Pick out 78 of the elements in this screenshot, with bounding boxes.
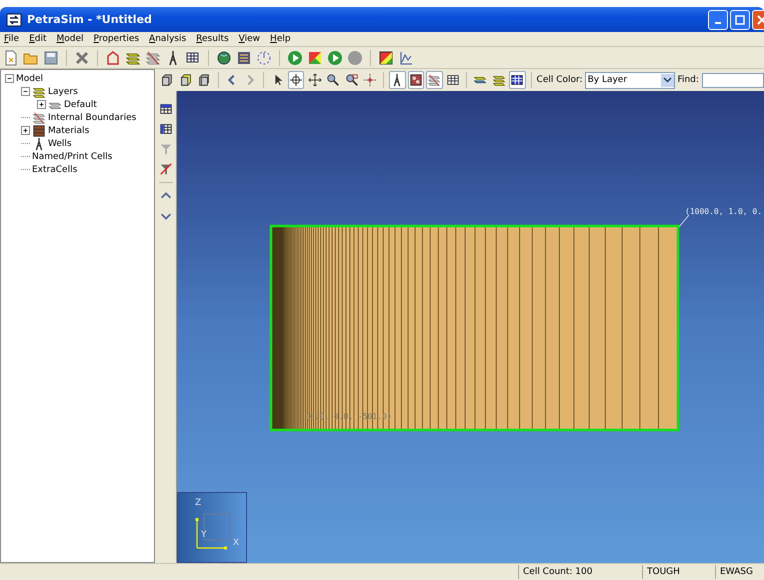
new-file-icon[interactable] — [3, 50, 19, 66]
rotate-icon — [289, 73, 304, 87]
menu-item[interactable]: File — [4, 34, 20, 44]
minimize-icon — [715, 22, 721, 24]
app-icon — [6, 12, 22, 28]
grid-icon[interactable] — [158, 102, 172, 116]
list-icon[interactable] — [236, 50, 252, 66]
polygon-icon[interactable] — [105, 50, 121, 66]
color-map-icon[interactable] — [378, 50, 394, 66]
menu-item[interactable]: Help — [270, 34, 291, 44]
minimize-button[interactable] — [708, 10, 728, 30]
cube-icon — [197, 73, 212, 87]
play-icon[interactable] — [327, 50, 343, 66]
crosshair-icon — [363, 73, 378, 87]
tree-item[interactable]: Layers — [48, 86, 78, 96]
menu-item[interactable]: Analysis — [149, 34, 186, 44]
find-label: Find: — [677, 75, 699, 85]
coordinate-label: (1000.0, 1.0, 0. — [685, 207, 762, 216]
globe-icon[interactable] — [216, 50, 232, 66]
pan-button[interactable] — [306, 71, 323, 89]
filter-off-icon[interactable] — [158, 162, 172, 176]
leader-line — [679, 215, 689, 227]
menu-item[interactable]: Properties — [94, 34, 140, 44]
cube-icon — [160, 73, 174, 87]
save-icon[interactable] — [43, 50, 59, 66]
maximize-icon — [735, 14, 745, 24]
grid-icon — [510, 73, 524, 87]
expand-icon[interactable] — [37, 100, 46, 109]
cube-icon — [178, 73, 193, 87]
collapse-icon[interactable] — [5, 74, 14, 83]
cell-color-dropdown[interactable]: By Layer — [584, 72, 676, 88]
well-button[interactable] — [389, 71, 406, 89]
materials-icon — [32, 124, 46, 138]
cell-color-label: Cell Color: — [536, 75, 583, 85]
menu-item[interactable]: Model — [56, 34, 84, 44]
menu-item[interactable]: Edit — [29, 34, 47, 44]
status-text: TOUGH — [642, 565, 715, 579]
tree-item[interactable]: Internal Boundaries — [48, 112, 136, 122]
tree-item[interactable]: Default — [64, 100, 97, 110]
colored-square-icon[interactable] — [307, 50, 323, 66]
grid-button[interactable] — [509, 71, 526, 89]
menu-item[interactable]: Results — [196, 34, 229, 44]
tree-item[interactable]: Materials — [48, 126, 90, 136]
tree-item[interactable]: Wells — [48, 138, 72, 148]
tree-item[interactable]: ExtraCells — [32, 164, 78, 174]
pan-icon — [308, 73, 322, 87]
delete-icon[interactable] — [74, 50, 90, 66]
tree-item[interactable]: Model — [16, 74, 44, 84]
close-icon — [757, 14, 764, 24]
layers-crossed-icon — [32, 110, 46, 124]
window-title: PetraSim - *Untitled — [27, 13, 153, 26]
crosshair-button[interactable] — [362, 71, 378, 89]
run-icon[interactable] — [287, 50, 303, 66]
status-text: Cell Count: 100 — [518, 565, 642, 579]
axis-label: Y — [201, 530, 206, 540]
grid-icon[interactable] — [158, 122, 172, 136]
cells-button[interactable] — [408, 71, 424, 89]
menu-item[interactable]: View — [238, 34, 260, 44]
tree-item[interactable]: Named/Print Cells — [32, 152, 112, 162]
status-text: EWASG — [715, 565, 764, 579]
cells-icon — [408, 73, 423, 87]
expand-icon[interactable] — [21, 126, 30, 135]
grid-icon — [446, 73, 460, 87]
layers-crossed-button[interactable] — [426, 71, 443, 89]
axis-label: X — [233, 538, 240, 548]
find-field[interactable] — [702, 72, 764, 88]
maximize-button[interactable] — [730, 10, 750, 30]
collapse-icon[interactable] — [21, 87, 30, 96]
layers-crossed-icon — [427, 73, 442, 87]
table-icon[interactable] — [185, 50, 201, 66]
dotted-circle-icon[interactable] — [256, 50, 272, 66]
axis-label: Z — [195, 498, 202, 508]
layers-icon — [492, 73, 506, 87]
zoom-icon — [326, 73, 340, 87]
rotate-button[interactable] — [288, 71, 304, 89]
zoom-area-icon — [344, 73, 359, 87]
layers-crossed-icon[interactable] — [145, 50, 161, 66]
chart-icon[interactable] — [398, 50, 414, 66]
